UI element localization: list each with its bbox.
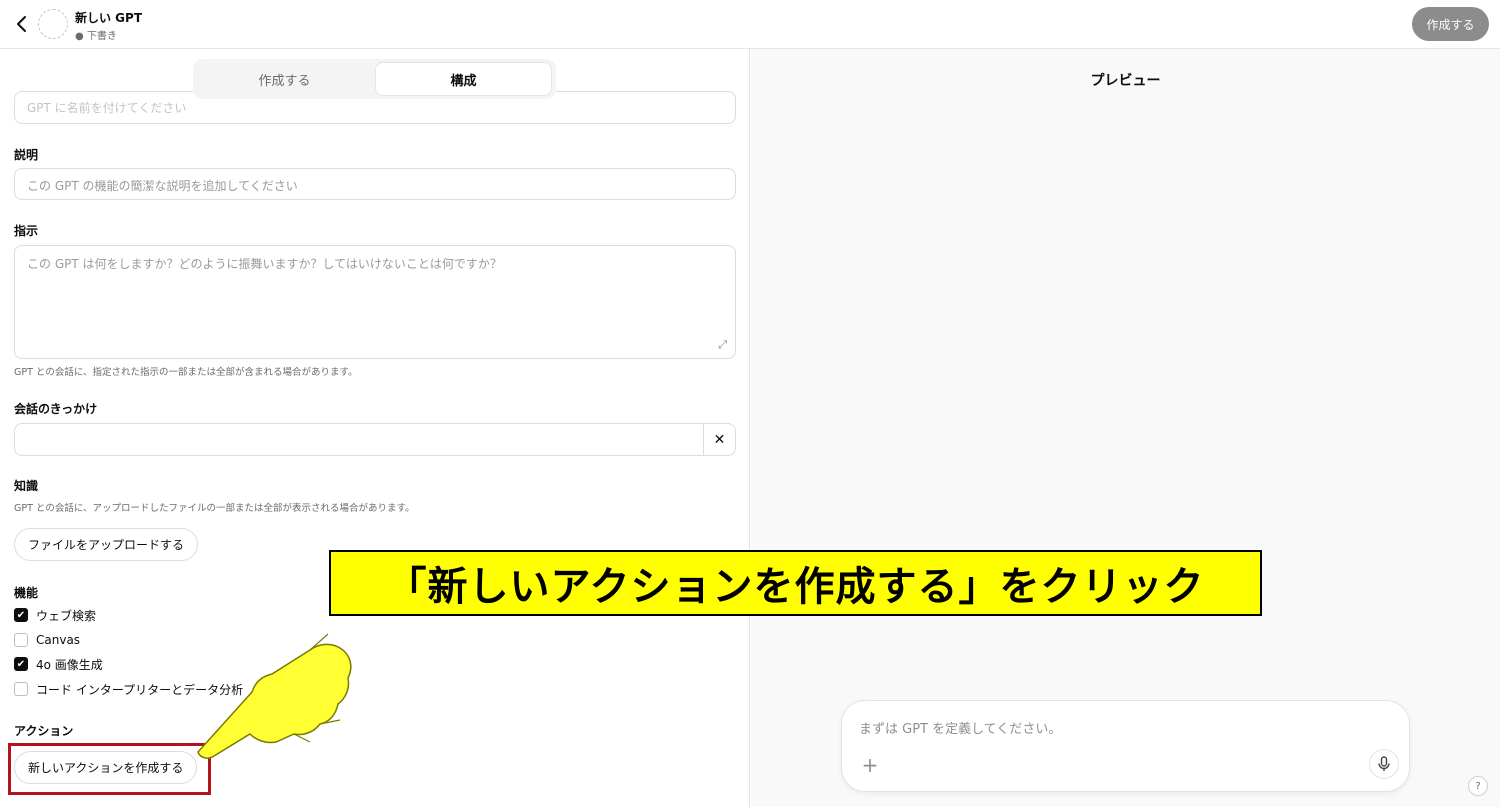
gpt-avatar-placeholder[interactable] (38, 9, 68, 39)
conversation-starters-label: 会話のきっかけ (14, 402, 98, 416)
microphone-icon[interactable] (1369, 749, 1399, 779)
instructions-placeholder: この GPT は何をしますか？どのように振舞いますか？してはいけないことは何です… (27, 257, 502, 271)
preview-title: プレビュー (1090, 73, 1161, 89)
preview-panel: プレビュー まずは GPT を定義してください。 + ? (751, 49, 1500, 807)
capability-image-generation[interactable]: ✔ 4o 画像生成 (14, 656, 103, 672)
checkbox-unchecked-icon[interactable] (14, 633, 28, 647)
capabilities-label: 機能 (14, 586, 39, 600)
capability-label: ウェブ検索 (36, 608, 97, 623)
checkbox-unchecked-icon[interactable] (14, 682, 28, 696)
actions-label: アクション (14, 724, 74, 738)
editor-panel: GPT に名前を付けてください 作成する 構成 説明 この GPT の機能の簡潔… (0, 49, 750, 807)
capability-label: 4o 画像生成 (36, 657, 103, 672)
description-label: 説明 (14, 148, 39, 162)
back-arrow-icon[interactable] (12, 12, 32, 36)
pointing-hand-icon (197, 633, 352, 759)
capability-label: Canvas (36, 633, 81, 647)
conversation-starter-input[interactable]: ✕ (14, 423, 736, 456)
knowledge-label: 知識 (14, 479, 39, 493)
top-bar: 新しい GPT ● 下書き 作成する (0, 0, 1500, 49)
instructions-label: 指示 (14, 224, 39, 238)
tab-create[interactable]: 作成する (196, 62, 373, 96)
instructions-field[interactable]: この GPT は何をしますか？どのように振舞いますか？してはいけないことは何です… (14, 245, 736, 359)
clear-starter-button[interactable]: ✕ (703, 424, 735, 455)
help-button[interactable]: ? (1468, 776, 1488, 796)
description-field[interactable]: この GPT の機能の簡潔な説明を追加してください (14, 168, 736, 200)
gpt-name: 新しい GPT (75, 11, 143, 25)
checkbox-checked-icon[interactable]: ✔ (14, 608, 28, 622)
tab-configure[interactable]: 構成 (375, 62, 552, 96)
composer-placeholder: まずは GPT を定義してください。 (859, 722, 1062, 737)
instructions-hint: GPT との会話に、指定された指示の一部または全部が含まれる場合があります。 (14, 367, 358, 378)
instruction-banner: 「新しいアクションを作成する」をクリック (329, 550, 1262, 616)
draft-status: ● 下書き (75, 31, 117, 42)
knowledge-hint: GPT との会話に、アップロードしたファイルの一部または全部が表示される場合があ… (14, 503, 415, 514)
capability-web-search[interactable]: ✔ ウェブ検索 (14, 607, 96, 623)
create-button[interactable]: 作成する (1412, 7, 1489, 41)
mode-tabs: 作成する 構成 (193, 59, 556, 99)
preview-composer[interactable]: まずは GPT を定義してください。 + (841, 700, 1410, 792)
expand-icon[interactable]: ⤢ (718, 338, 727, 352)
capability-canvas[interactable]: Canvas (14, 632, 80, 648)
plus-icon[interactable]: + (856, 751, 884, 779)
upload-files-button[interactable]: ファイルをアップロードする (14, 528, 199, 561)
highlight-box (8, 743, 211, 795)
checkbox-checked-icon[interactable]: ✔ (14, 657, 28, 671)
